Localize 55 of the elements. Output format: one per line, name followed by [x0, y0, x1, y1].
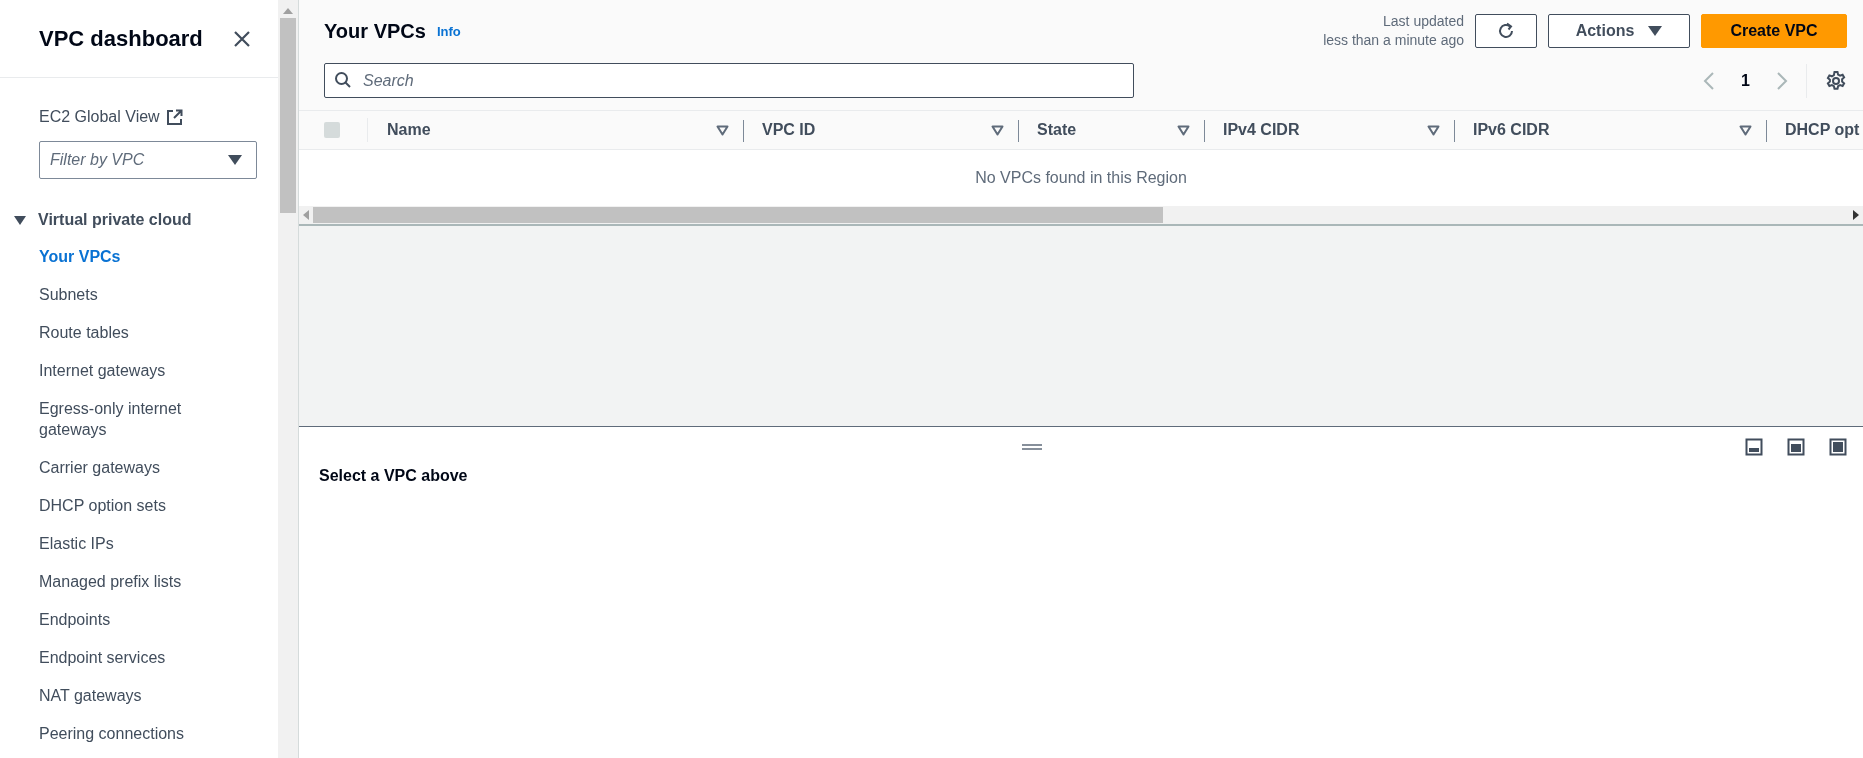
sort-icon[interactable]: [1177, 124, 1190, 136]
global-view-link[interactable]: EC2 Global View: [39, 108, 183, 126]
nav-section-header[interactable]: Virtual private cloud: [14, 211, 192, 229]
nav-link[interactable]: Endpoints: [39, 609, 111, 630]
settings-icon[interactable]: [1825, 69, 1847, 92]
nav-link[interactable]: Peering connections: [39, 723, 184, 744]
page-title: Your VPCs: [324, 19, 426, 43]
nav-link[interactable]: Carrier gateways: [39, 457, 160, 478]
split-panel-message: Select a VPC above: [319, 467, 468, 485]
nav-link[interactable]: Route tables: [39, 322, 129, 343]
caret-icon: [1648, 26, 1663, 36]
refresh-button[interactable]: [1475, 14, 1537, 48]
vpc-filter-dropdown[interactable]: Filter by VPC: [39, 141, 257, 179]
refresh-icon: [1496, 21, 1516, 41]
page-number[interactable]: 1: [1741, 71, 1750, 90]
vertical-scrollbar[interactable]: [278, 0, 299, 758]
nav-link[interactable]: NAT gateways: [39, 685, 142, 706]
sort-icon[interactable]: [991, 124, 1004, 136]
sort-icon[interactable]: [716, 124, 729, 136]
horizontal-scrollbar[interactable]: [299, 206, 1863, 224]
sort-icon[interactable]: [1427, 124, 1440, 136]
last-updated-text: Last updated: [1383, 12, 1464, 31]
panel-layout-icon[interactable]: [1745, 438, 1763, 456]
panel-layout-icon[interactable]: [1829, 438, 1847, 456]
empty-table-message: No VPCs found in this Region: [975, 169, 1187, 187]
column-header[interactable]: VPC ID: [762, 121, 816, 139]
info-link[interactable]: Info: [436, 23, 461, 39]
nav-link[interactable]: Your VPCs: [39, 246, 121, 267]
actions-button[interactable]: Actions: [1548, 14, 1690, 48]
close-icon[interactable]: [233, 29, 251, 48]
sort-icon[interactable]: [1739, 124, 1752, 136]
nav-link[interactable]: Subnets: [39, 284, 98, 305]
nav-link[interactable]: DHCP option sets: [39, 495, 166, 516]
resize-handle-icon[interactable]: [1022, 444, 1042, 450]
caret-icon: [14, 215, 26, 225]
column-header[interactable]: IPv6 CIDR: [1473, 121, 1550, 139]
search-field[interactable]: Search: [324, 63, 1134, 98]
external-link-icon: [165, 108, 183, 126]
scrollbar-thumb[interactable]: [280, 18, 296, 213]
panel-layout-icon[interactable]: [1787, 438, 1805, 456]
nav-link[interactable]: Internet gateways: [39, 360, 166, 381]
column-header[interactable]: State: [1037, 121, 1077, 139]
scrollbar-thumb[interactable]: [313, 207, 1163, 223]
sidebar-title: VPC dashboard: [39, 25, 203, 52]
caret-icon: [228, 155, 242, 165]
create-vpc-button[interactable]: Create VPC: [1701, 14, 1847, 48]
last-updated-text: less than a minute ago: [1323, 31, 1464, 50]
nav-link[interactable]: Egress-only internet gateways: [39, 398, 239, 440]
scroll-right-arrow-icon[interactable]: [1853, 210, 1859, 220]
nav-link[interactable]: Endpoint services: [39, 647, 166, 668]
column-header[interactable]: IPv4 CIDR: [1223, 121, 1300, 139]
column-header[interactable]: Name: [387, 121, 431, 139]
nav-link[interactable]: Managed prefix lists: [39, 571, 182, 592]
column-header[interactable]: DHCP opt: [1785, 121, 1860, 139]
nav-link[interactable]: Elastic IPs: [39, 533, 114, 554]
